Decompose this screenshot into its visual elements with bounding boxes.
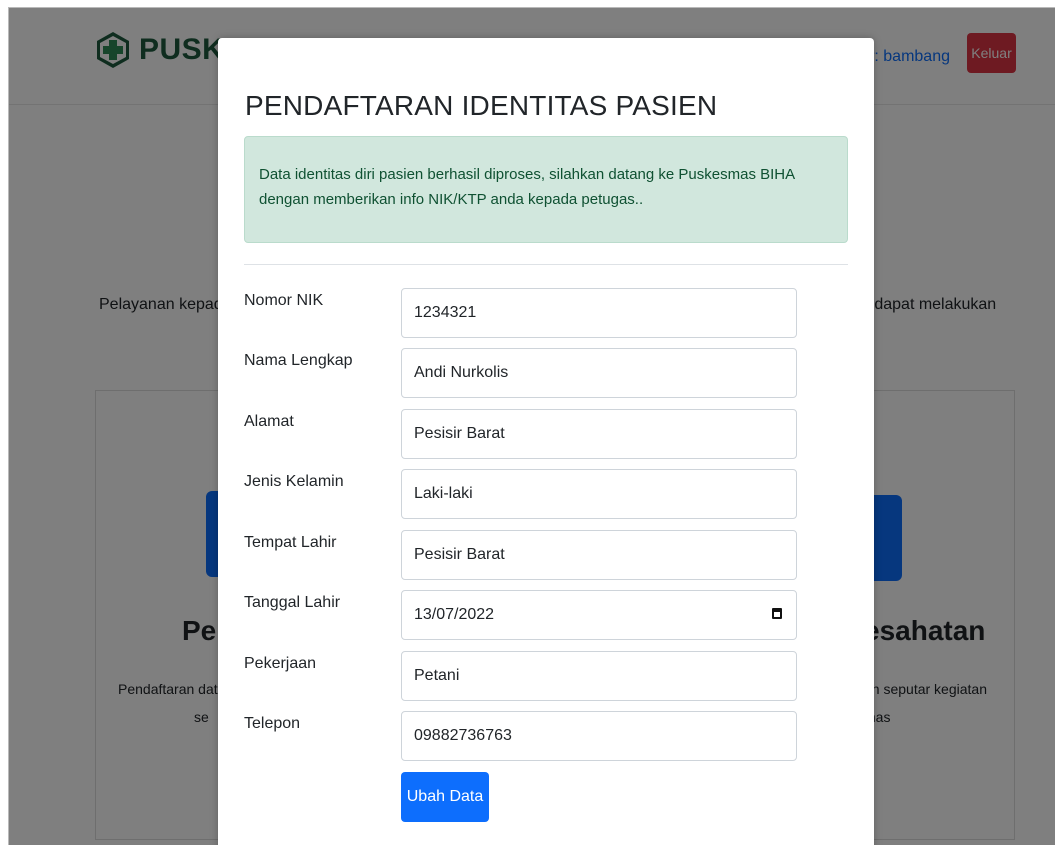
birthdate-label: Tanggal Lahir (244, 594, 341, 611)
success-alert: Data identitas diri pasien berhasil dipr… (244, 136, 848, 243)
calendar-icon[interactable] (772, 608, 782, 619)
modal-title: PENDAFTARAN IDENTITAS PASIEN (245, 90, 718, 121)
full-name-input[interactable]: Andi Nurkolis (401, 348, 797, 398)
phone-input[interactable]: 09882736763 (401, 711, 797, 761)
field-address: Alamat Pesisir Barat (244, 409, 848, 459)
patient-registration-modal: PENDAFTARAN IDENTITAS PASIEN Data identi… (218, 38, 874, 845)
occupation-label: Pekerjaan (244, 655, 317, 672)
field-birthplace: Tempat Lahir Pesisir Barat (244, 530, 848, 580)
phone-label: Telepon (244, 715, 301, 732)
success-alert-text: Data identitas diri pasien berhasil dipr… (259, 166, 795, 208)
address-input[interactable]: Pesisir Barat (401, 409, 797, 459)
occupation-input[interactable]: Petani (401, 651, 797, 701)
field-phone: Telepon 09882736763 (244, 711, 848, 761)
birthdate-value: 13/07/2022 (414, 606, 495, 623)
birthplace-label: Tempat Lahir (244, 534, 337, 551)
field-nik: Nomor NIK 1234321 (244, 288, 848, 338)
phone-value: 09882736763 (414, 727, 512, 744)
birthplace-value: Pesisir Barat (414, 546, 505, 563)
gender-value: Laki-laki (414, 485, 473, 502)
field-birthdate: Tanggal Lahir 13/07/2022 (244, 590, 848, 640)
update-data-button[interactable]: Ubah Data (401, 772, 489, 822)
full-name-value: Andi Nurkolis (414, 364, 509, 381)
field-gender: Jenis Kelamin Laki-laki (244, 469, 848, 519)
full-name-label: Nama Lengkap (244, 352, 353, 369)
address-value: Pesisir Barat (414, 425, 505, 442)
nik-label: Nomor NIK (244, 292, 324, 309)
nik-value: 1234321 (414, 304, 477, 321)
birthplace-input[interactable]: Pesisir Barat (401, 530, 797, 580)
occupation-value: Petani (414, 667, 460, 684)
field-occupation: Pekerjaan Petani (244, 651, 848, 701)
divider (244, 264, 848, 265)
gender-label: Jenis Kelamin (244, 473, 344, 490)
address-label: Alamat (244, 413, 294, 430)
birthdate-input[interactable]: 13/07/2022 (401, 590, 797, 640)
gender-input[interactable]: Laki-laki (401, 469, 797, 519)
browser-viewport: PUSKESMAS BIHA r: bambang Keluar Pelayan… (8, 7, 1055, 845)
nik-input[interactable]: 1234321 (401, 288, 797, 338)
field-full-name: Nama Lengkap Andi Nurkolis (244, 348, 848, 398)
